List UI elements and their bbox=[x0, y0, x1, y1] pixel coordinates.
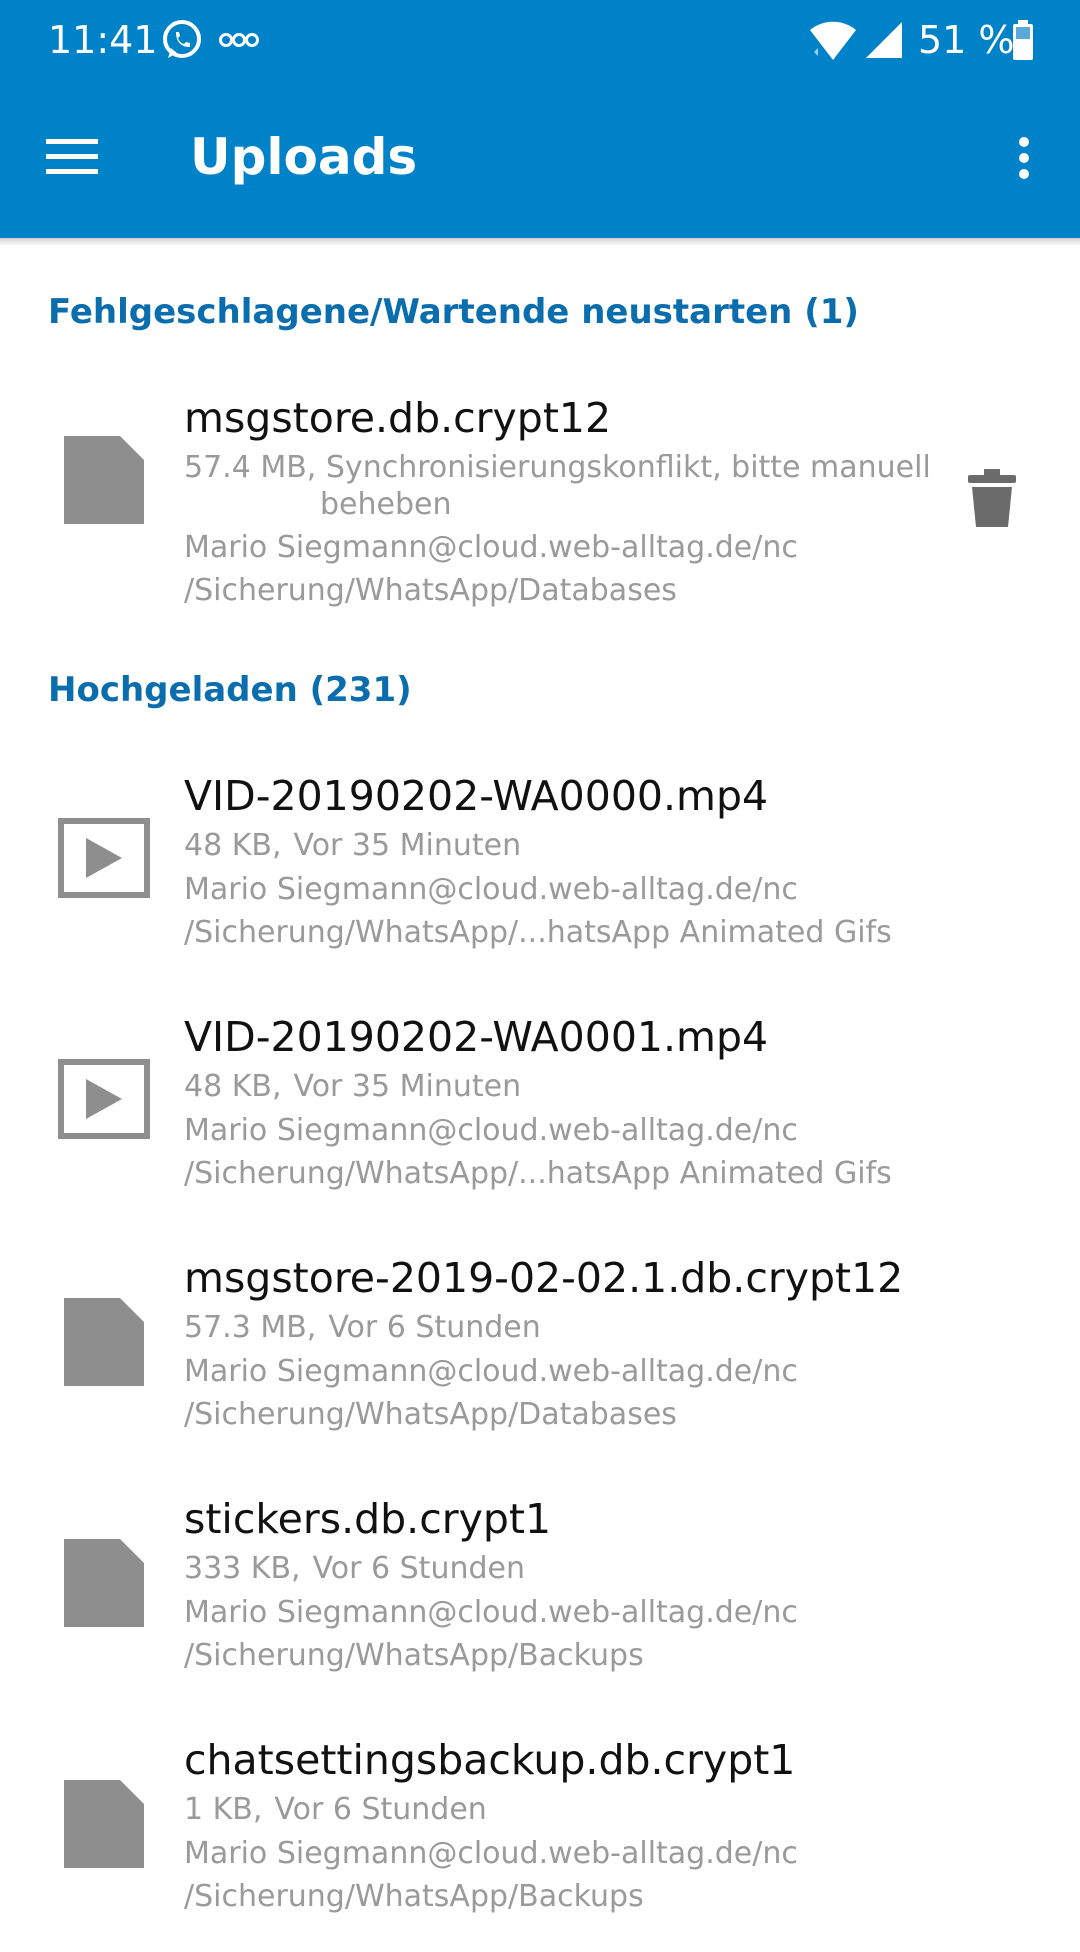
battery-percent: 51 % bbox=[918, 18, 1015, 62]
file-size: 57.3 MB, bbox=[184, 1310, 317, 1345]
account-name: Mario Siegmann@cloud.web-alltag.de/nc bbox=[184, 1354, 798, 1389]
remote-path: /Sicherung/WhatsApp/...hatsApp Animated … bbox=[184, 1156, 892, 1191]
video-file-icon bbox=[58, 818, 154, 914]
menu-button[interactable] bbox=[30, 120, 114, 198]
remote-path: /Sicherung/WhatsApp/Databases bbox=[184, 1397, 677, 1432]
file-icon bbox=[56, 1294, 152, 1390]
file-name: msgstore-2019-02-02.1.db.crypt12 bbox=[184, 1254, 904, 1302]
account-name: Mario Siegmann@cloud.web-alltag.de/nc bbox=[184, 530, 798, 565]
whatsapp-icon bbox=[160, 18, 204, 66]
account-name: Mario Siegmann@cloud.web-alltag.de/nc bbox=[184, 1595, 798, 1630]
account-name: Mario Siegmann@cloud.web-alltag.de/nc bbox=[184, 1113, 798, 1148]
hamburger-menu-icon bbox=[46, 139, 98, 179]
file-meta: 57.3 MB, Vor 6 Stunden bbox=[184, 1308, 541, 1348]
trash-icon bbox=[968, 469, 1016, 531]
section-header-uploaded[interactable]: Hochgeladen (231) bbox=[48, 668, 412, 712]
remote-path: /Sicherung/WhatsApp/...hatsApp Animated … bbox=[184, 915, 892, 950]
account-name: Mario Siegmann@cloud.web-alltag.de/nc bbox=[184, 1836, 798, 1871]
file-size: 1 KB, bbox=[184, 1792, 263, 1827]
sync-status: Synchronisierungskonflikt, bitte manuell bbox=[325, 450, 931, 485]
file-size: 57.4 MB, bbox=[184, 450, 317, 485]
file-icon bbox=[56, 432, 152, 528]
file-meta: 333 KB, Vor 6 Stunden bbox=[184, 1549, 525, 1589]
status-time: 11:41 bbox=[48, 18, 158, 62]
file-size: 48 KB, bbox=[184, 1069, 282, 1104]
file-size: 48 KB, bbox=[184, 828, 282, 863]
upload-time: Vor 6 Stunden bbox=[328, 1310, 541, 1345]
upload-time: Vor 35 Minuten bbox=[293, 828, 522, 863]
file-name: chatsettingsbackup.db.crypt1 bbox=[184, 1736, 796, 1784]
upload-item[interactable]: VID-20190202-WA0000.mp4 48 KB, Vor 35 Min… bbox=[0, 770, 1080, 1000]
upload-time: Vor 6 Stunden bbox=[312, 1551, 525, 1586]
upload-item[interactable]: stickers.db.crypt1 333 KB, Vor 6 Stunden … bbox=[0, 1493, 1080, 1723]
file-meta: 1 KB, Vor 6 Stunden bbox=[184, 1790, 487, 1830]
upload-item[interactable]: VID-20190202-WA0001.mp4 48 KB, Vor 35 Min… bbox=[0, 1011, 1080, 1241]
overflow-menu-icon bbox=[1018, 136, 1030, 184]
section-header-failed[interactable]: Fehlgeschlagene/Wartende neustarten (1) bbox=[48, 290, 859, 334]
remote-path: /Sicherung/WhatsApp/Backups bbox=[184, 1638, 644, 1673]
wifi-icon bbox=[808, 18, 858, 66]
upload-time: Vor 6 Stunden bbox=[274, 1792, 487, 1827]
file-name: msgstore.db.crypt12 bbox=[184, 394, 612, 442]
remote-path: /Sicherung/WhatsApp/Databases bbox=[184, 573, 677, 608]
delete-button[interactable] bbox=[960, 460, 1024, 540]
app-header: 11:41 51 % Uploads bbox=[0, 0, 1080, 238]
file-meta: 48 KB, Vor 35 Minuten bbox=[184, 826, 521, 866]
battery-icon bbox=[1012, 20, 1034, 64]
signal-icon bbox=[864, 20, 904, 64]
file-size: 333 KB, bbox=[184, 1551, 301, 1586]
voicemail-icon bbox=[218, 28, 260, 56]
toolbar-shadow bbox=[0, 238, 1080, 246]
toolbar: Uploads bbox=[0, 80, 1080, 238]
account-name: Mario Siegmann@cloud.web-alltag.de/nc bbox=[184, 872, 798, 907]
status-bar: 11:41 51 % bbox=[0, 0, 1080, 80]
remote-path: /Sicherung/WhatsApp/Backups bbox=[184, 1879, 644, 1914]
overflow-menu-button[interactable] bbox=[1000, 124, 1048, 196]
page-title: Uploads bbox=[190, 128, 418, 186]
upload-item[interactable]: chatsettingsbackup.db.crypt1 1 KB, Vor 6 … bbox=[0, 1734, 1080, 1952]
file-name: VID-20190202-WA0000.mp4 bbox=[184, 772, 769, 820]
file-icon bbox=[56, 1776, 152, 1872]
video-file-icon bbox=[58, 1059, 154, 1155]
upload-item[interactable]: msgstore.db.crypt12 57.4 MB, Synchronisi… bbox=[0, 392, 1080, 622]
file-icon bbox=[56, 1535, 152, 1631]
file-meta: 48 KB, Vor 35 Minuten bbox=[184, 1067, 521, 1107]
uploads-screen: 11:41 51 % Uploads Fehlgeschlagene/Warte… bbox=[0, 0, 1080, 1952]
sync-status-continued: beheben bbox=[320, 487, 452, 522]
file-name: stickers.db.crypt1 bbox=[184, 1495, 552, 1543]
upload-time: Vor 35 Minuten bbox=[293, 1069, 522, 1104]
upload-item[interactable]: msgstore-2019-02-02.1.db.crypt12 57.3 MB… bbox=[0, 1252, 1080, 1482]
file-status-line: 57.4 MB, Synchronisierungskonflikt, bitt… bbox=[184, 448, 931, 488]
file-name: VID-20190202-WA0001.mp4 bbox=[184, 1013, 769, 1061]
